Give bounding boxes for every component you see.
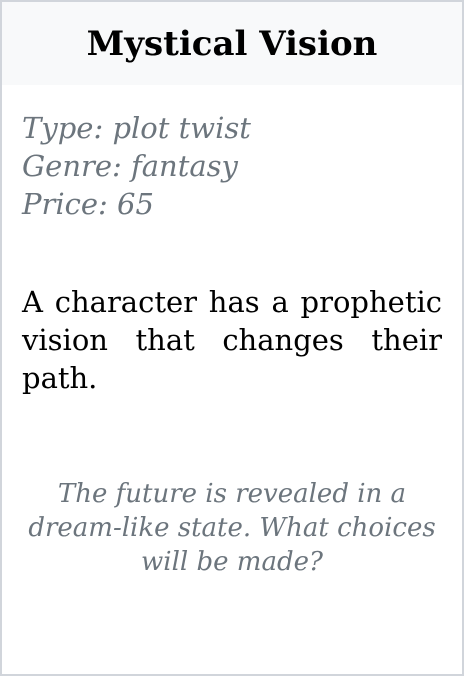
genre-label: Genre: fantasy	[22, 149, 238, 183]
story-card: Mystical Vision Type: plot twist Genre: …	[0, 0, 464, 676]
type-label: Type: plot twist	[22, 111, 251, 145]
card-description: A character has a prophetic vision that …	[22, 285, 442, 395]
card-tagline: The future is revealed in a dream-like s…	[28, 479, 436, 577]
price-label: Price: 65	[22, 187, 154, 221]
card-title: Mystical Vision	[86, 23, 378, 64]
card-meta: Type: plot twist Genre: fantasy Price: 6…	[2, 85, 462, 223]
card-header: Mystical Vision	[2, 2, 462, 85]
